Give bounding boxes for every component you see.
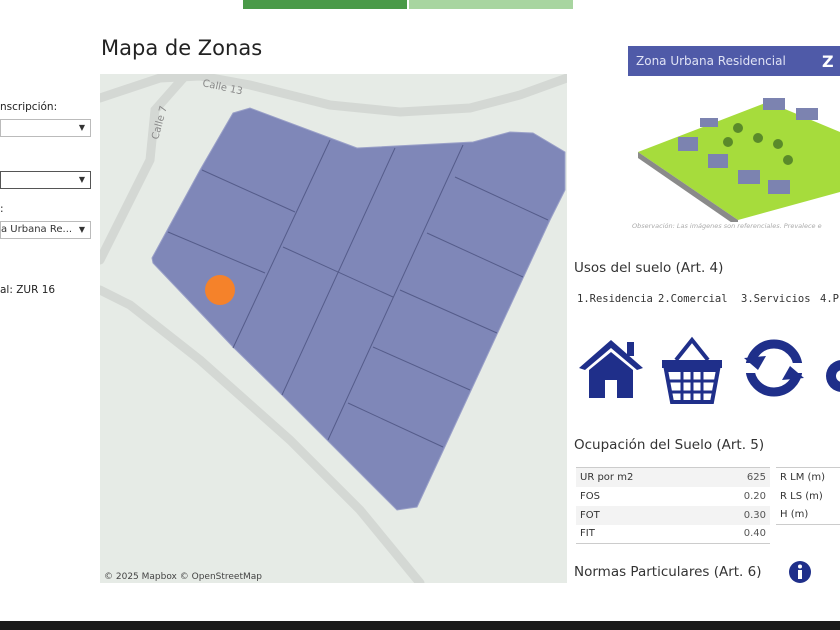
row-label: FIT (580, 528, 595, 540)
filter-dropdown-1[interactable]: ▼ (0, 119, 91, 137)
map-attribution: © 2025 Mapbox © OpenStreetMap (104, 572, 262, 582)
row-value: 625 (746, 471, 766, 483)
use-label: 1.Residencia (577, 293, 653, 305)
ocupacion-title: Ocupación del Suelo (Art. 5) (574, 437, 765, 453)
row-label: R LS (m) (780, 490, 823, 502)
zone-card-note: Observación: Las imágenes son referencia… (632, 222, 822, 230)
ocupacion-table-2: R LM (m) R LS (m) H (m) (776, 467, 840, 525)
tab-bar-inactive[interactable] (409, 0, 573, 9)
filter-label: : (0, 203, 4, 215)
chevron-down-icon: ▼ (78, 123, 85, 132)
page-title: Mapa de Zonas (101, 36, 263, 60)
zone-card-title: Zona Urbana Residencial Z (628, 46, 840, 76)
filter-dropdown-zone[interactable]: a Urbana Re... ▼ (0, 221, 91, 239)
zone-code-text: al: ZUR 16 (0, 284, 56, 296)
dropdown-value: a Urbana Re... (1, 224, 73, 235)
table-row: H (m) (776, 506, 840, 525)
zone-card-code: Z (822, 52, 834, 71)
basket-icon (662, 336, 722, 404)
info-icon[interactable] (788, 560, 812, 584)
row-value: 0.30 (743, 509, 766, 521)
chevron-down-icon: ▼ (78, 225, 85, 234)
use-label: 4.Pr (820, 293, 840, 305)
use-label: 3.Servicios (741, 293, 811, 305)
zone-card: Zona Urbana Residencial Z Observación: La… (628, 46, 840, 236)
row-label: H (m) (780, 509, 809, 521)
row-label: R LM (m) (780, 471, 826, 483)
map-canvas: Calle 13 Calle 7 © 2025 Mapbox © OpenStr… (100, 74, 567, 583)
house-icon (579, 340, 643, 398)
bottom-bar (0, 621, 840, 630)
tab-bar-active[interactable] (243, 0, 407, 9)
ocupacion-table: UR por m2 625 FOS 0.20 FOT 0.30 FIT 0.40 (576, 467, 770, 544)
normas-title: Normas Particulares (Art. 6) (574, 564, 762, 580)
row-value: 0.20 (743, 490, 766, 502)
zone-illustration (638, 98, 840, 222)
table-row: UR por m2 625 (576, 467, 770, 487)
zone-parcel[interactable] (151, 107, 566, 511)
table-row: FOS 0.20 (576, 487, 770, 506)
chevron-down-icon: ▼ (78, 175, 85, 184)
gear-icon (826, 360, 840, 392)
location-marker[interactable] (205, 275, 235, 305)
table-row: FOT 0.30 (576, 505, 770, 525)
row-value: 0.40 (743, 528, 766, 540)
services-icon (742, 339, 806, 397)
usos-title: Usos del suelo (Art. 4) (574, 260, 724, 276)
filter-label: nscripción: (0, 101, 58, 113)
row-label: FOT (580, 509, 600, 521)
row-label: FOS (580, 490, 600, 502)
use-label: 2.Comercial (658, 293, 728, 305)
filter-dropdown-2[interactable]: ▼ (0, 171, 91, 189)
zone-card-title-text: Zona Urbana Residencial (636, 54, 786, 68)
table-row: R LS (m) (776, 487, 840, 506)
table-row: FIT 0.40 (576, 525, 770, 544)
row-label: UR por m2 (580, 471, 634, 483)
zone-map[interactable]: Calle 13 Calle 7 © 2025 Mapbox © OpenStr… (100, 74, 567, 583)
table-row: R LM (m) (776, 468, 840, 487)
